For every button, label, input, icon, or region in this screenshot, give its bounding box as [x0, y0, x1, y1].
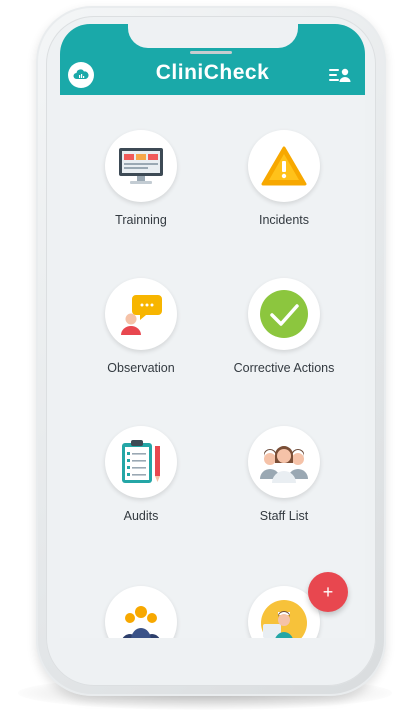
- tile-label: Staff List: [259, 509, 309, 523]
- checkmark-icon: [260, 290, 308, 338]
- tile-label: Trainning: [115, 213, 167, 227]
- monitor-icon: [119, 148, 163, 184]
- plus-icon: +: [322, 581, 334, 602]
- tile-label: Audits: [123, 509, 159, 523]
- phone-notch: [128, 24, 298, 48]
- incidents-icon-circle: [248, 130, 320, 202]
- observation-icon-circle: [105, 278, 177, 350]
- staff-group-icon: [260, 446, 308, 483]
- team-icon-circle: [105, 586, 177, 638]
- corrective-icon-circle: [248, 278, 320, 350]
- speaker-grille: [190, 51, 232, 54]
- staff-menu-button[interactable]: [328, 66, 352, 84]
- team-icon: [122, 606, 160, 638]
- tile-label: Corrective Actions: [233, 361, 335, 375]
- audits-icon-circle: [105, 426, 177, 498]
- tile-label: Observation: [107, 361, 175, 375]
- app-title: CliniCheck: [155, 61, 270, 84]
- tile-label: Incidents: [258, 213, 310, 227]
- nurse-icon: [261, 600, 307, 638]
- staff-icon-circle: [248, 426, 320, 498]
- app-screen: CliniCheck Trainning Incidents Observati…: [60, 24, 365, 638]
- add-fab-button[interactable]: +: [308, 572, 348, 612]
- user-list-icon: [329, 68, 351, 82]
- speech-bubble-icon: [121, 295, 162, 335]
- warning-icon: [261, 146, 307, 186]
- training-icon-circle: [105, 130, 177, 202]
- clipboard-icon: [122, 440, 160, 483]
